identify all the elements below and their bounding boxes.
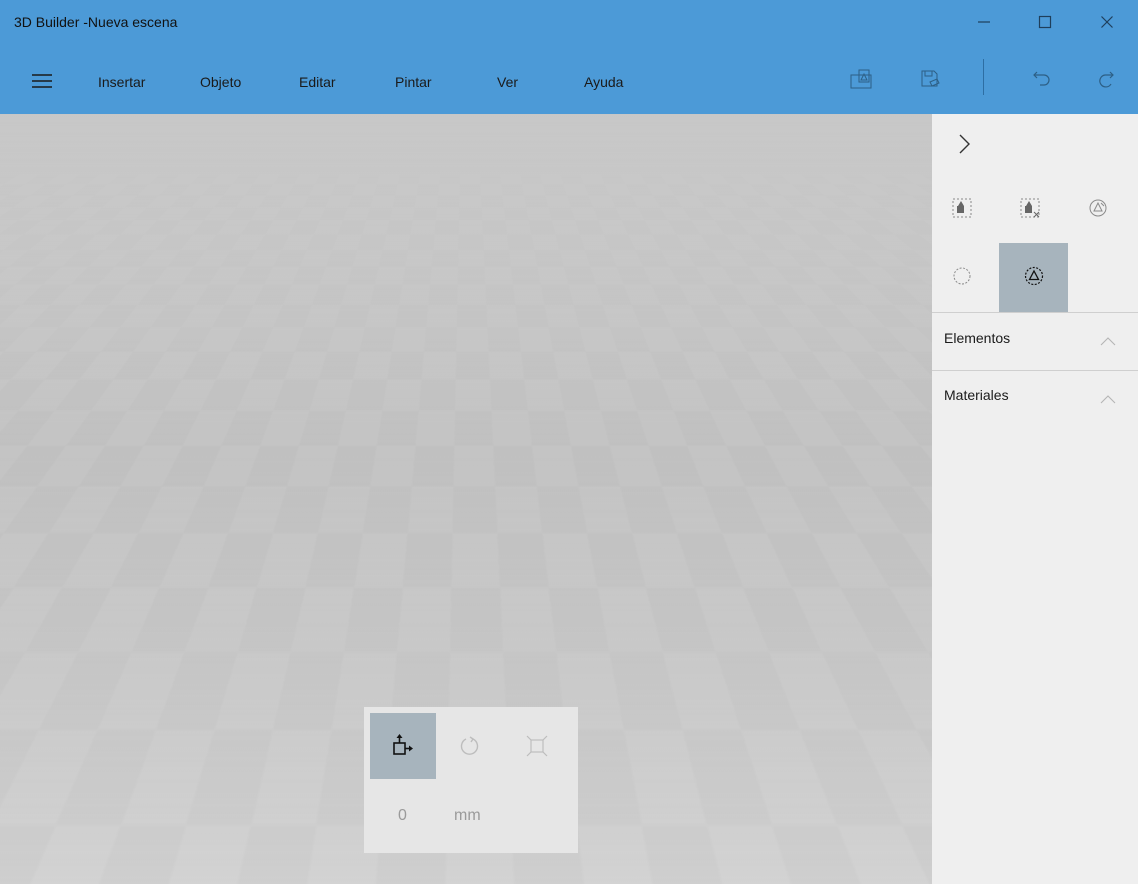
object-mode-button[interactable] xyxy=(1016,258,1052,294)
toolbar-separator xyxy=(983,59,984,95)
menu-insertar[interactable]: Insertar xyxy=(98,74,145,90)
move-icon xyxy=(393,734,413,755)
collapse-panel-button[interactable] xyxy=(946,126,982,162)
chevron-right-icon xyxy=(959,134,970,154)
hamburger-icon xyxy=(32,74,52,88)
window-title: 3D Builder -Nueva escena xyxy=(14,14,178,30)
side-panel: Elementos Materiales xyxy=(932,114,1138,884)
menu-editar[interactable]: Editar xyxy=(299,74,336,90)
build-icon xyxy=(850,69,872,89)
chevron-up-icon[interactable] xyxy=(1100,394,1116,404)
redo-button[interactable] xyxy=(1090,64,1120,94)
transform-unit: mm xyxy=(454,807,481,824)
save-button[interactable] xyxy=(915,64,945,94)
transform-panel: 0 mm xyxy=(364,707,578,853)
scale-icon xyxy=(526,735,548,757)
undo-button[interactable] xyxy=(1027,64,1057,94)
deselect-button[interactable] xyxy=(1012,190,1048,226)
section-elementos[interactable]: Elementos xyxy=(944,330,1010,346)
section-materiales[interactable]: Materiales xyxy=(944,387,1009,403)
close-icon xyxy=(1101,16,1113,28)
object-mode-icon xyxy=(1024,266,1044,286)
minimize-button[interactable] xyxy=(955,0,1013,44)
repair-icon xyxy=(1089,199,1107,217)
menu-bar: Insertar Objeto Editar Pintar Ver Ayuda xyxy=(0,44,1138,114)
scale-tool-button[interactable] xyxy=(504,713,570,779)
minimize-icon xyxy=(978,21,990,23)
build-button[interactable] xyxy=(846,64,876,94)
divider xyxy=(932,312,1138,313)
menu-pintar[interactable]: Pintar xyxy=(395,74,432,90)
hamburger-menu-button[interactable] xyxy=(22,66,62,96)
close-button[interactable] xyxy=(1078,0,1136,44)
save-icon xyxy=(921,70,940,87)
rotate-tool-button[interactable] xyxy=(437,713,503,779)
title-bar: 3D Builder -Nueva escena xyxy=(0,0,1138,44)
rotate-icon xyxy=(460,736,479,755)
menu-objeto[interactable]: Objeto xyxy=(200,74,241,90)
undo-icon xyxy=(1033,71,1050,86)
move-tool-button[interactable] xyxy=(370,713,436,779)
menu-ayuda[interactable]: Ayuda xyxy=(584,74,623,90)
redo-icon xyxy=(1099,71,1114,88)
select-all-icon xyxy=(952,198,972,218)
maximize-icon xyxy=(1038,15,1052,29)
divider xyxy=(932,370,1138,371)
menu-ver[interactable]: Ver xyxy=(497,74,518,90)
select-all-button[interactable] xyxy=(944,190,980,226)
sphere-button[interactable] xyxy=(944,258,980,294)
chevron-up-icon[interactable] xyxy=(1100,336,1116,346)
sphere-icon xyxy=(953,267,971,285)
transform-value[interactable]: 0 xyxy=(398,807,407,825)
maximize-button[interactable] xyxy=(1016,0,1074,44)
deselect-icon xyxy=(1020,198,1040,218)
repair-button[interactable] xyxy=(1080,190,1116,226)
